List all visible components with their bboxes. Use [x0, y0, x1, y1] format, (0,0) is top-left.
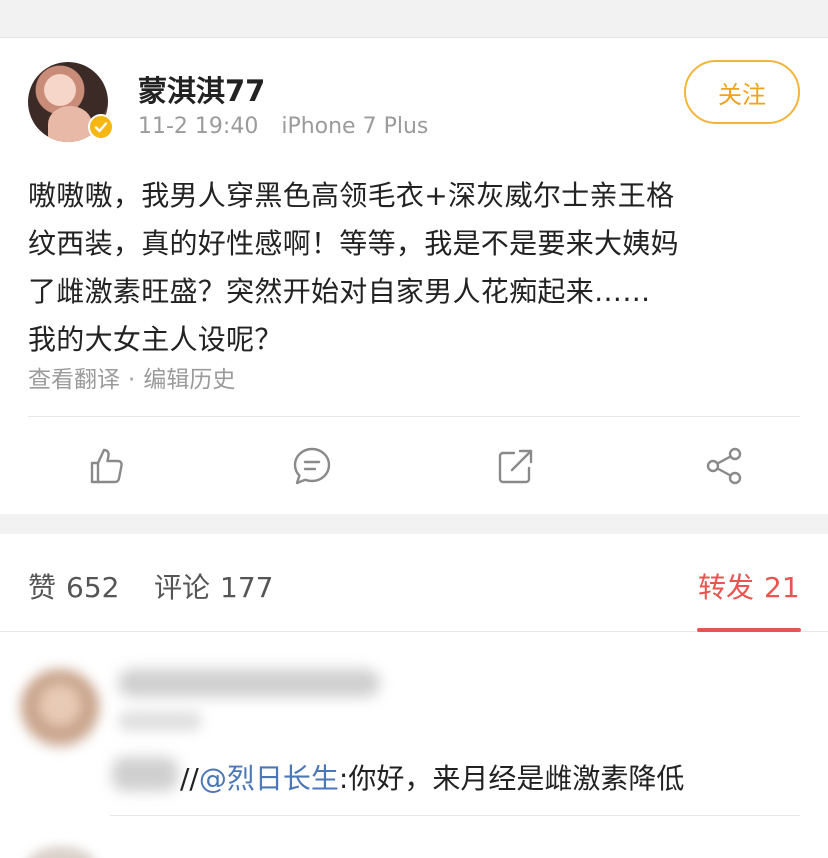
- verified-badge-icon: [88, 114, 114, 140]
- weibo-post: 蒙淇淇77 11-2 19:40 iPhone 7 Plus 关注 嗷嗷嗷，我男…: [0, 38, 828, 514]
- tab-comments-label: 评论: [154, 571, 211, 604]
- repost-text: //@烈日长生:你好，来月经是雌激素降低: [180, 757, 684, 797]
- top-separator-band: [0, 0, 828, 38]
- like-icon[interactable]: [84, 444, 128, 488]
- post-sub-actions: 查看翻译 · 编辑历史: [28, 360, 235, 394]
- avatar[interactable]: [26, 846, 96, 858]
- username[interactable]: 蒙淇淇77: [138, 68, 265, 110]
- tab-comments[interactable]: 评论 177: [154, 566, 273, 606]
- redacted-meta: [118, 711, 202, 731]
- mention-link[interactable]: @烈日长生: [199, 762, 339, 795]
- repost-icon[interactable]: [494, 444, 538, 488]
- post-device: iPhone 7 Plus: [281, 114, 429, 139]
- redacted-username: [118, 669, 380, 697]
- repost-body: :你好，来月经是雌激素降低: [338, 762, 685, 795]
- share-icon[interactable]: [702, 444, 746, 488]
- divider: [110, 815, 800, 816]
- post-content-line: 嗷嗷嗷，我男人穿黑色高领毛衣+深灰威尔士亲王格: [28, 179, 675, 212]
- edit-history-link[interactable]: 编辑历史: [143, 367, 235, 393]
- tab-reposts[interactable]: 转发 21: [698, 566, 800, 606]
- tab-reposts-count: 21: [764, 571, 800, 604]
- section-separator-band: [0, 514, 828, 534]
- post-content-line: 纹西装，真的好性感啊！等等，我是不是要来大姨妈: [28, 227, 679, 260]
- follow-button[interactable]: 关注: [684, 60, 800, 124]
- comment-icon[interactable]: [290, 444, 334, 488]
- post-action-bar: [0, 438, 828, 492]
- active-tab-indicator: [697, 628, 801, 632]
- tab-likes[interactable]: 赞 652: [28, 566, 119, 606]
- tab-reposts-label: 转发: [698, 571, 755, 604]
- list-item[interactable]: //@烈日长生:你好，来月经是雌激素降低: [0, 633, 828, 816]
- redacted-text: [112, 757, 178, 791]
- post-content: 嗷嗷嗷，我男人穿黑色高领毛衣+深灰威尔士亲王格 纹西装，真的好性感啊！等等，我是…: [28, 172, 798, 364]
- post-meta: 11-2 19:40 iPhone 7 Plus: [138, 114, 428, 139]
- tab-likes-label: 赞: [28, 571, 57, 604]
- tab-comments-count: 177: [220, 571, 274, 604]
- post-content-line: 了雌激素旺盛？突然开始对自家男人花痴起来……: [28, 275, 651, 308]
- translate-link[interactable]: 查看翻译: [28, 367, 120, 393]
- post-time: 11-2 19:40: [138, 114, 259, 139]
- post-content-line: 我的大女主人设呢？: [28, 323, 283, 356]
- interaction-tabs: 赞 652 评论 177 转发 21: [0, 534, 828, 632]
- tab-likes-count: 652: [66, 571, 120, 604]
- separator-dot: ·: [128, 367, 136, 393]
- divider: [28, 416, 800, 417]
- repost-prefix: //: [180, 762, 199, 795]
- avatar[interactable]: [20, 669, 100, 749]
